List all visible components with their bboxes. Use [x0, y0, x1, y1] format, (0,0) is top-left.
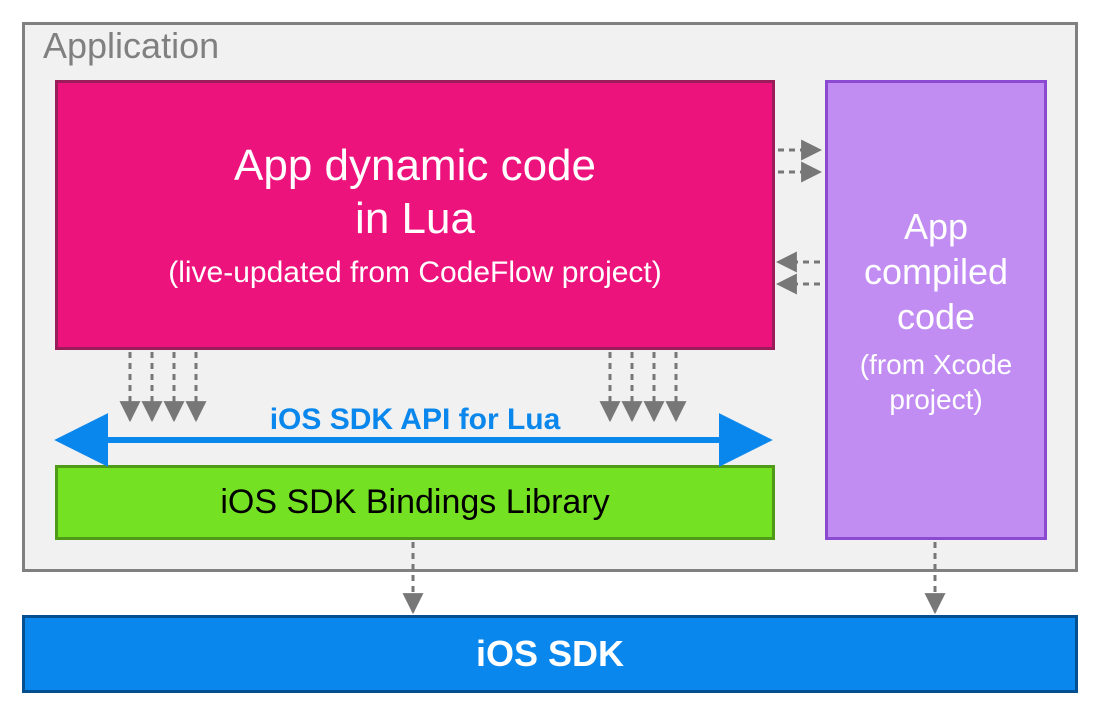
application-container: Application App dynamic code in Lua (liv… [22, 22, 1078, 572]
compiled-title-line2: compiled [864, 251, 1008, 292]
compiled-title: App compiled code [864, 204, 1008, 339]
compiled-title-line1: App [904, 206, 968, 247]
lua-subtitle: (live-updated from CodeFlow project) [168, 256, 662, 290]
lua-title-line1: App dynamic code [234, 141, 596, 190]
ios-sdk-box: iOS SDK [22, 615, 1078, 693]
application-title: Application [43, 25, 219, 67]
lua-title: App dynamic code in Lua [234, 140, 596, 246]
compiled-code-box: App compiled code (from Xcode project) [825, 80, 1047, 540]
bindings-library-box: iOS SDK Bindings Library [55, 465, 775, 540]
compiled-sub-line2: project) [889, 384, 982, 415]
ios-sdk-label: iOS SDK [476, 633, 624, 675]
bindings-label: iOS SDK Bindings Library [220, 483, 609, 522]
compiled-subtitle: (from Xcode project) [860, 347, 1013, 417]
compiled-title-line3: code [897, 296, 975, 337]
ios-sdk-api-label: iOS SDK API for Lua [55, 403, 775, 437]
lua-title-line2: in Lua [355, 194, 475, 243]
compiled-sub-line1: (from Xcode [860, 349, 1013, 380]
lua-dynamic-code-box: App dynamic code in Lua (live-updated fr… [55, 80, 775, 350]
